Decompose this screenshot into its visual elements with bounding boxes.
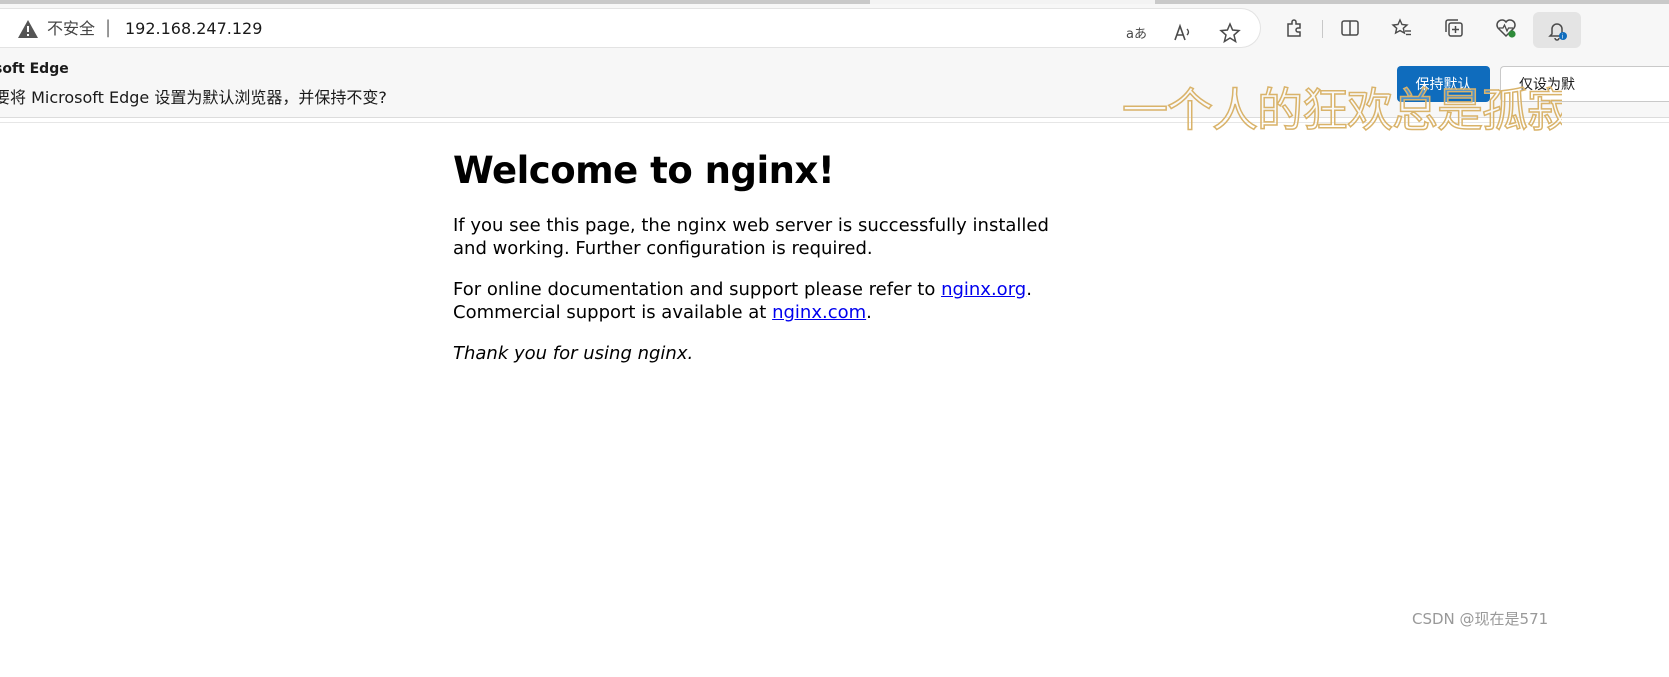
nginx-org-link[interactable]: nginx.org bbox=[941, 279, 1026, 300]
docs-paragraph: For online documentation and support ple… bbox=[453, 278, 1073, 324]
browser-window: 不安全 | 192.168.247.129 aあ i soft Edge 要将 … bbox=[0, 0, 1669, 677]
nginx-com-link[interactable]: nginx.com bbox=[772, 302, 866, 323]
commercial-text: Commercial support is available at bbox=[453, 302, 773, 323]
not-secure-label[interactable]: 不安全 bbox=[47, 19, 95, 39]
commercial-period: . bbox=[866, 302, 872, 323]
url-text[interactable]: 192.168.247.129 bbox=[125, 19, 262, 39]
notifications-button[interactable]: i bbox=[1533, 12, 1581, 48]
address-bar[interactable]: 不安全 | 192.168.247.129 aあ bbox=[0, 9, 1260, 47]
infobar-title: soft Edge bbox=[0, 61, 69, 77]
favorite-star-icon[interactable] bbox=[1217, 20, 1243, 46]
address-separator: | bbox=[105, 17, 112, 38]
infobar-message: 要将 Microsoft Edge 设置为默认浏览器，并保持不变? bbox=[0, 88, 387, 107]
docs-period: . bbox=[1026, 279, 1032, 300]
read-aloud-icon[interactable] bbox=[1170, 20, 1196, 46]
intro-paragraph: If you see this page, the nginx web serv… bbox=[453, 215, 1049, 259]
toolbar-divider bbox=[1322, 20, 1323, 38]
svg-text:aあ: aあ bbox=[1126, 27, 1147, 42]
collections-icon[interactable] bbox=[1441, 15, 1467, 41]
nginx-welcome-page: Welcome to nginx! If you see this page, … bbox=[453, 145, 1073, 383]
docs-text: For online documentation and support ple… bbox=[453, 279, 942, 300]
extensions-icon[interactable] bbox=[1281, 15, 1307, 41]
thanks-text: Thank you for using nginx. bbox=[453, 343, 694, 364]
csdn-watermark: CSDN @现在是571 bbox=[1412, 610, 1549, 628]
favorites-icon[interactable] bbox=[1389, 15, 1415, 41]
split-screen-icon[interactable] bbox=[1337, 15, 1363, 41]
warning-icon[interactable] bbox=[17, 19, 39, 39]
browser-toolbar: 不安全 | 192.168.247.129 aあ i bbox=[0, 4, 1669, 52]
browser-essentials-icon[interactable] bbox=[1493, 15, 1519, 41]
watermark-text: 一个人的狂欢总是孤寂 bbox=[1122, 82, 1562, 138]
notifications-icon[interactable]: i bbox=[1544, 17, 1570, 43]
read-aloud-translate-icon[interactable]: aあ bbox=[1123, 20, 1149, 46]
page-title: Welcome to nginx! bbox=[453, 149, 835, 192]
